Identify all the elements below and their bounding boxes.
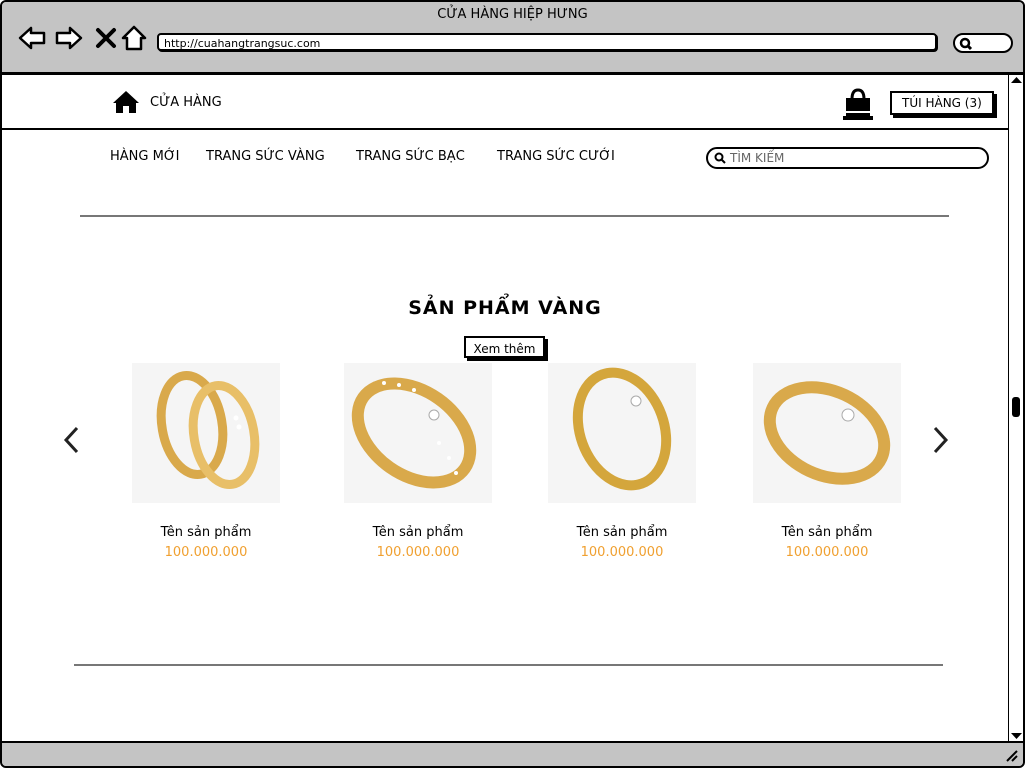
product-name: Tên sản phẩm: [781, 525, 873, 540]
url-text: http://cuahangtrangsuc.com: [164, 37, 321, 50]
product-name: Tên sản phẩm: [160, 525, 252, 540]
divider: [74, 664, 943, 666]
forward-icon[interactable]: [55, 24, 83, 52]
menu-item-gold-jewelry[interactable]: TRANG SỨC VÀNG: [206, 149, 325, 164]
gold-ring-image: [572, 367, 672, 491]
browser-toolbar: CỬA HÀNG HIỆP HƯNG http://cuahangtrangsu…: [2, 2, 1023, 75]
menu-item-silver-jewelry[interactable]: TRANG SỨC BẠC: [356, 149, 465, 164]
section-title: SẢN PHẨM VÀNG: [408, 297, 602, 319]
carousel-prev-icon[interactable]: [62, 425, 82, 455]
ring-pair-image: [156, 370, 260, 490]
diamond-ring-image: [351, 377, 477, 489]
product-image: [548, 363, 696, 503]
address-bar[interactable]: http://cuahangtrangsuc.com: [157, 33, 937, 51]
product-card[interactable]: Tên sản phẩm 100.000.000: [542, 363, 702, 560]
scroll-up-icon[interactable]: [1009, 75, 1024, 85]
vertical-scrollbar[interactable]: [1008, 75, 1024, 741]
view-more-button[interactable]: Xem thêm: [464, 336, 545, 358]
product-image: [344, 363, 492, 503]
cart-button[interactable]: TÚI HÀNG (3): [890, 91, 994, 115]
home-icon: [113, 91, 139, 113]
product-card[interactable]: Tên sản phẩm 100.000.000: [338, 363, 498, 560]
page-content: CỬA HÀNG TÚI HÀNG (3) HÀNG MỚI TRANG SỨC…: [2, 75, 1008, 741]
search-icon: [714, 152, 726, 164]
carousel-next-icon[interactable]: [930, 425, 950, 455]
product-price: 100.000.000: [785, 545, 869, 560]
search-input[interactable]: TÌM KIẾM: [706, 147, 989, 169]
scroll-down-icon[interactable]: [1009, 731, 1024, 741]
close-icon[interactable]: [92, 24, 120, 52]
gold-ring-image: [763, 381, 891, 485]
product-card[interactable]: Tên sản phẩm 100.000.000: [126, 363, 286, 560]
site-header: CỬA HÀNG TÚI HÀNG (3): [2, 75, 1008, 130]
resize-grip-icon[interactable]: [1003, 747, 1019, 763]
browser-search-field[interactable]: [953, 33, 1013, 53]
scrollbar-thumb[interactable]: [1012, 397, 1020, 417]
back-icon[interactable]: [18, 24, 46, 52]
brand-link[interactable]: CỬA HÀNG: [112, 90, 222, 114]
search-icon: [959, 37, 973, 51]
brand-label: CỬA HÀNG: [150, 94, 222, 110]
product-name: Tên sản phẩm: [576, 525, 668, 540]
product-image: [132, 363, 280, 503]
menu-item-new[interactable]: HÀNG MỚI: [110, 149, 180, 164]
search-placeholder: TÌM KIẾM: [730, 151, 785, 165]
product-price: 100.000.000: [164, 545, 248, 560]
browser-window: CỬA HÀNG HIỆP HƯNG http://cuahangtrangsu…: [0, 0, 1025, 768]
divider: [80, 215, 949, 217]
window-title: CỬA HÀNG HIỆP HƯNG: [437, 7, 588, 22]
product-price: 100.000.000: [580, 545, 664, 560]
home-icon[interactable]: [120, 24, 148, 52]
product-card[interactable]: Tên sản phẩm 100.000.000: [747, 363, 907, 560]
product-image: [753, 363, 901, 503]
product-price: 100.000.000: [376, 545, 460, 560]
menu-item-wedding-jewelry[interactable]: TRANG SỨC CƯỚI: [497, 149, 615, 164]
status-bar: [2, 741, 1023, 766]
product-name: Tên sản phẩm: [372, 525, 464, 540]
shopping-bag-icon[interactable]: [840, 88, 876, 122]
